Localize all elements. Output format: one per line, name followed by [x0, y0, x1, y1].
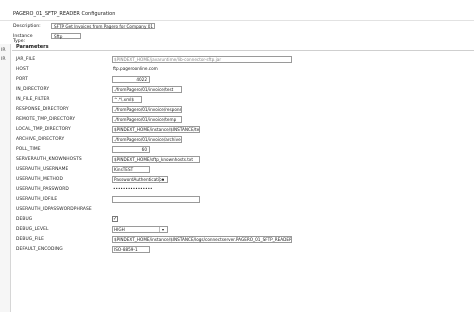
- param-name: IN_FILE_FILTER: [16, 97, 50, 102]
- param-row-response-directory: RESPONSE_DIRECTORY ./fromPagero/01/invoi…: [16, 106, 474, 114]
- param-row-local-tmp-directory: LOCAL_TMP_DIRECTORY $PINDEXT_HOME/instan…: [16, 126, 474, 134]
- param-row-debug-level: DEBUG_LEVEL HIGH ▾: [16, 226, 474, 234]
- debug-level-select[interactable]: HIGH ▾: [112, 226, 168, 233]
- param-name: IN_DIRECTORY: [16, 87, 50, 92]
- param-row-in-directory: IN_DIRECTORY ./fromPagero/01/invoice/tes…: [16, 86, 474, 94]
- param-name: REMOTE_TMP_DIRECTORY: [16, 117, 76, 122]
- param-name: RESPONSE_DIRECTORY: [16, 107, 69, 112]
- userauth-idpasswordphrase-field[interactable]: [112, 206, 200, 213]
- instance-type-field[interactable]: Sftp: [51, 33, 81, 39]
- debug-file-field[interactable]: $PINDEXT_HOME/instance/$INSTANCE/logs/co…: [112, 236, 292, 243]
- response-directory-field[interactable]: ./fromPagero/01/invoice/response: [112, 106, 182, 113]
- param-row-archive-directory: ARCHIVE_DIRECTORY ./fromPagero/01/invoic…: [16, 136, 474, 144]
- remote-tmp-directory-field[interactable]: ./fromPagero/01/invoice/temp: [112, 116, 182, 123]
- param-row-host: HOST ftp.pageroonline.com: [16, 66, 474, 74]
- param-row-serverauth-knownhosts: SERVERAUTH_KNOWNHOSTS $PINDEXT_HOME/sftp…: [16, 156, 474, 164]
- window-title: PAGERO_01_SFTP_READER Configuration: [13, 11, 116, 17]
- instance-type-label: Instance Type:: [13, 34, 33, 44]
- param-name: POLL_TIME: [16, 147, 41, 152]
- param-row-poll-time: POLL_TIME 60: [16, 146, 474, 154]
- param-row-in-file-filter: IN_FILE_FILTER ^.*\.xml$: [16, 96, 474, 104]
- param-name: HOST: [16, 67, 29, 72]
- param-row-userauth-idpasswordphrase: USERAUTH_IDPASSWORDPHRASE: [16, 206, 474, 214]
- param-name: DEBUG: [16, 217, 33, 222]
- default-encoding-field[interactable]: ISO-8859-1: [112, 246, 150, 253]
- param-name: SERVERAUTH_KNOWNHOSTS: [16, 157, 82, 162]
- param-row-remote-tmp-directory: REMOTE_TMP_DIRECTORY ./fromPagero/01/inv…: [16, 116, 474, 124]
- param-name: DEBUG_LEVEL: [16, 227, 49, 232]
- param-name: LOCAL_TMP_DIRECTORY: [16, 127, 71, 132]
- parameters-divider: [12, 50, 474, 51]
- port-field[interactable]: 4022: [112, 76, 150, 83]
- description-label: Description:: [13, 24, 41, 29]
- param-name: PORT: [16, 77, 28, 82]
- param-row-jar-file: JAR_FILE $PINDEXT_HOME/javaruntime/lib-c…: [16, 56, 474, 64]
- jar-file-field[interactable]: $PINDEXT_HOME/javaruntime/lib-connector-…: [112, 56, 292, 63]
- userauth-username-field[interactable]: KinsTEST: [112, 166, 150, 173]
- userauth-method-select[interactable]: PasswordAuthentication ▾: [112, 176, 168, 183]
- param-name: JAR_FILE: [16, 57, 36, 62]
- param-row-default-encoding: DEFAULT_ENCODING ISO-8859-1: [16, 246, 474, 254]
- param-name: DEBUG_FILE: [16, 237, 45, 242]
- debug-checkbox[interactable]: ✓: [112, 216, 118, 222]
- param-row-debug: DEBUG ✓: [16, 216, 474, 224]
- archive-directory-field[interactable]: ./fromPagero/01/invoice/archive: [112, 136, 182, 143]
- param-name: USERAUTH_IDPASSWORDPHRASE: [16, 207, 92, 212]
- param-name: USERAUTH_METHOD: [16, 177, 63, 182]
- host-field[interactable]: ftp.pageroonline.com: [112, 66, 212, 73]
- param-row-userauth-username: USERAUTH_USERNAME KinsTEST: [16, 166, 474, 174]
- debug-level-value: HIGH: [114, 227, 125, 232]
- chevron-down-icon[interactable]: ▾: [159, 227, 166, 232]
- param-name: ARCHIVE_DIRECTORY: [16, 137, 65, 142]
- param-row-userauth-password: USERAUTH_PASSWORD ••••••••••••••••: [16, 186, 474, 194]
- chevron-down-icon[interactable]: ▾: [159, 177, 166, 182]
- param-name: DEFAULT_ENCODING: [16, 247, 63, 252]
- userauth-method-value: PasswordAuthentication: [114, 177, 165, 182]
- left-strip-item: IR: [1, 57, 6, 62]
- param-name: USERAUTH_USERNAME: [16, 167, 69, 172]
- param-name: USERAUTH_IDFILE: [16, 197, 58, 202]
- userauth-idfile-field[interactable]: [112, 196, 200, 203]
- title-bar: PAGERO_01_SFTP_READER Configuration: [0, 0, 474, 21]
- description-field[interactable]: SFTP Get Invoices from Pagero for Compan…: [51, 23, 155, 29]
- param-row-userauth-method: USERAUTH_METHOD PasswordAuthentication ▾: [16, 176, 474, 184]
- param-row-debug-file: DEBUG_FILE $PINDEXT_HOME/instance/$INSTA…: [16, 236, 474, 244]
- param-row-port: PORT 4022: [16, 76, 474, 84]
- in-file-filter-field[interactable]: ^.*\.xml$: [112, 96, 142, 103]
- param-row-userauth-idfile: USERAUTH_IDFILE: [16, 196, 474, 204]
- left-panel-strip: IR IR: [0, 44, 11, 312]
- param-name: USERAUTH_PASSWORD: [16, 187, 69, 192]
- serverauth-knownhosts-field[interactable]: $PINDEXT_HOME/sftp_knownhosts.txt: [112, 156, 200, 163]
- poll-time-field[interactable]: 60: [112, 146, 150, 153]
- in-directory-field[interactable]: ./fromPagero/01/invoice/test: [112, 86, 182, 93]
- left-strip-item: IR: [1, 48, 6, 53]
- userauth-password-field[interactable]: ••••••••••••••••: [112, 186, 172, 193]
- local-tmp-directory-field[interactable]: $PINDEXT_HOME/instance/$INSTANCE/temp: [112, 126, 200, 133]
